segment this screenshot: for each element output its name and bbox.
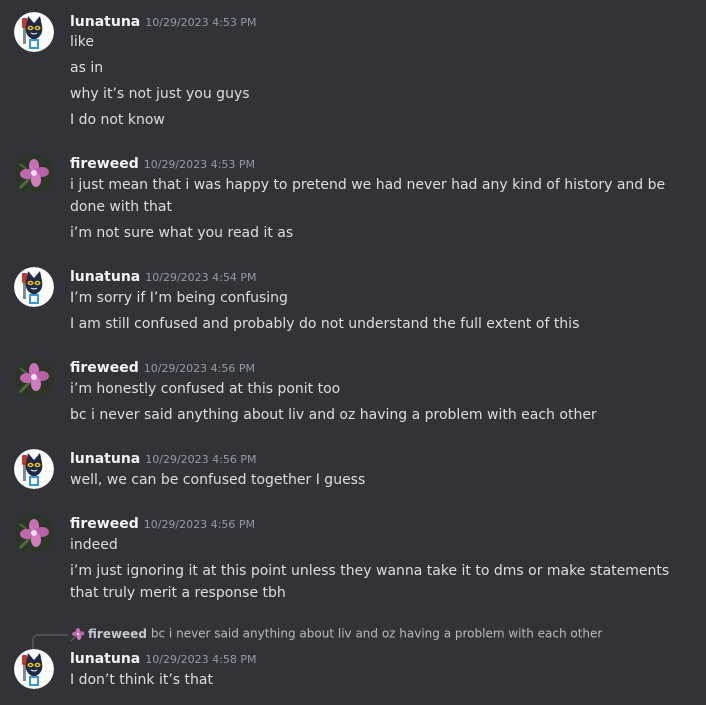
flower-avatar <box>70 626 86 642</box>
cat-avatar[interactable] <box>14 267 54 307</box>
message-text: i’m just ignoring it at this point unles… <box>70 563 670 601</box>
message-text: bc i never said anything about liv and o… <box>70 407 597 423</box>
cat-avatar[interactable] <box>14 449 54 489</box>
author-name[interactable]: lunatuna <box>70 651 140 667</box>
timestamp: 10/29/2023 4:54 PM <box>145 271 257 284</box>
author-name[interactable]: fireweed <box>70 516 139 532</box>
author-name[interactable]: lunatuna <box>70 451 140 467</box>
timestamp: 10/29/2023 4:56 PM <box>143 362 255 375</box>
message-text: as in <box>70 60 104 76</box>
reply-preview[interactable]: fireweed bc i never said anything about l… <box>70 626 602 644</box>
flower-avatar[interactable] <box>14 358 54 398</box>
message-text: i’m not sure what you read it as <box>70 225 294 241</box>
message-text: like <box>70 34 95 50</box>
message-text: indeed <box>70 537 118 553</box>
reply-spine <box>32 634 68 650</box>
timestamp: 10/29/2023 4:53 PM <box>145 16 257 29</box>
message-text: i’m honestly confused at this ponit too <box>70 381 341 397</box>
reply-author[interactable]: fireweed <box>88 627 147 641</box>
reply-text[interactable]: bc i never said anything about liv and o… <box>151 627 602 641</box>
message-text: i just mean that i was happy to pretend … <box>70 177 666 215</box>
message-text: I’m sorry if I’m being confusing <box>70 290 288 306</box>
cat-avatar[interactable] <box>14 12 54 52</box>
message-text: I do not know <box>70 112 165 128</box>
message-text: why it’s not just you guys <box>70 86 250 102</box>
author-name[interactable]: fireweed <box>70 156 139 172</box>
flower-avatar[interactable] <box>14 514 54 554</box>
author-name[interactable]: fireweed <box>70 360 139 376</box>
timestamp: 10/29/2023 4:56 PM <box>143 518 255 531</box>
timestamp: 10/29/2023 4:58 PM <box>145 653 257 666</box>
author-name[interactable]: lunatuna <box>70 14 140 30</box>
chat-log: lunatuna 10/29/2023 4:53 PM like as in wh… <box>0 0 706 705</box>
message-text: I don’t think it’s that <box>70 672 213 688</box>
message-text: well, we can be confused together I gues… <box>70 472 366 488</box>
message-text: I am still confused and probably do not … <box>70 316 580 332</box>
author-name[interactable]: lunatuna <box>70 269 140 285</box>
flower-avatar[interactable] <box>14 154 54 194</box>
timestamp: 10/29/2023 4:56 PM <box>145 453 257 466</box>
timestamp: 10/29/2023 4:53 PM <box>143 158 255 171</box>
cat-avatar[interactable] <box>14 649 54 689</box>
